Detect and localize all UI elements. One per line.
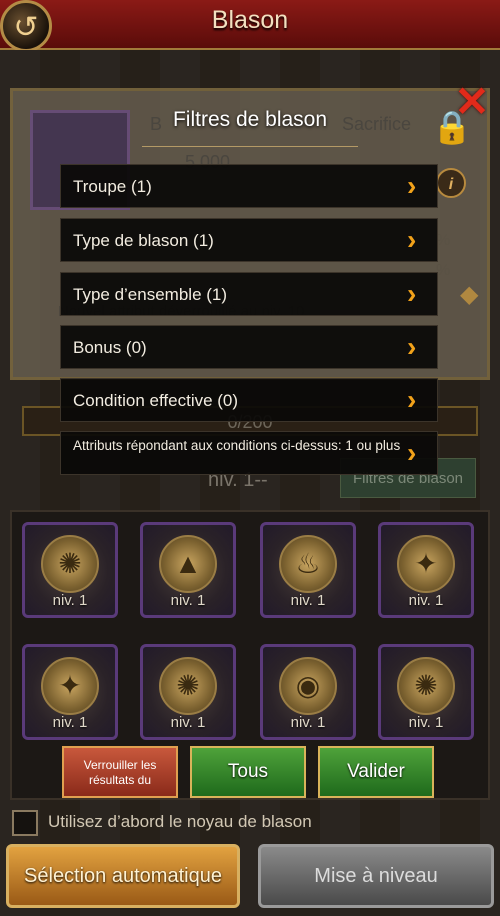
- filter-row-label: Attributs répondant aux conditions ci-de…: [73, 438, 401, 453]
- close-icon[interactable]: ✕: [452, 81, 492, 123]
- core-first-checkbox[interactable]: [12, 810, 38, 836]
- title-divider: [142, 146, 358, 147]
- chevron-right-icon: ›: [407, 278, 417, 309]
- filter-row-bonus[interactable]: Bonus (0) ›: [60, 325, 438, 369]
- chevron-right-icon: ›: [407, 331, 417, 362]
- percent-label: %: [436, 262, 451, 279]
- upgrade-button[interactable]: Mise à niveau: [258, 844, 494, 908]
- crest-level: niv. 1: [170, 592, 206, 609]
- crest-level: niv. 1: [290, 714, 326, 731]
- crest-level: niv. 1: [52, 714, 88, 731]
- swirl-emblem-icon: ✺: [397, 657, 455, 715]
- chevron-right-icon: ›: [407, 224, 417, 255]
- crest-item[interactable]: ✦ niv. 1: [22, 644, 118, 740]
- all-button[interactable]: Tous: [190, 746, 306, 798]
- crest-item[interactable]: ✺ niv. 1: [140, 644, 236, 740]
- crest-level: niv. 1: [290, 592, 326, 609]
- mountain-emblem-icon: ▲: [159, 535, 217, 593]
- chevron-right-icon: ›: [407, 437, 417, 468]
- compass-emblem-icon: ✦: [397, 535, 455, 593]
- lock-results-button[interactable]: Verrouiller les résultats du: [62, 746, 178, 798]
- swirl-emblem-icon: ✺: [41, 535, 99, 593]
- flame-emblem-icon: ♨: [279, 535, 337, 593]
- percent-label: %: [436, 232, 451, 249]
- filter-row-condition[interactable]: Condition effective (0) ›: [60, 378, 438, 422]
- crest-level: niv. 1: [170, 714, 206, 731]
- compass-emblem-icon: ✦: [41, 657, 99, 715]
- filter-row-crest-type[interactable]: Type de blason (1) ›: [60, 218, 438, 262]
- crest-level: niv. 1: [408, 592, 444, 609]
- filter-modal-title: Filtres de blason: [172, 108, 328, 131]
- crest-item[interactable]: ◉ niv. 1: [260, 644, 356, 740]
- filter-row-label: Type d’ensemble (1): [73, 285, 228, 304]
- diamond-arrow-icon[interactable]: ◆: [460, 280, 478, 309]
- core-first-label: Utilisez d’abord le noyau de blason: [48, 812, 312, 831]
- back-button[interactable]: ↺: [0, 0, 52, 52]
- crest-level: niv. 1: [408, 714, 444, 731]
- filter-row-label: Type de blason (1): [73, 231, 214, 250]
- page-title: Blason: [211, 6, 289, 34]
- back-arrow-icon: ↺: [13, 11, 39, 44]
- crest-item[interactable]: ✺ niv. 1: [22, 522, 118, 618]
- crest-item[interactable]: ✦ niv. 1: [378, 522, 474, 618]
- crest-item[interactable]: ▲ niv. 1: [140, 522, 236, 618]
- filter-row-attributes[interactable]: Attributs répondant aux conditions ci-de…: [60, 431, 438, 475]
- crest-item[interactable]: ♨ niv. 1: [260, 522, 356, 618]
- filter-row-troupe[interactable]: Troupe (1) ›: [60, 164, 438, 208]
- validate-button[interactable]: Valider: [318, 746, 434, 798]
- crest-level: niv. 1: [52, 592, 88, 609]
- filter-row-label: Condition effective (0): [73, 391, 239, 410]
- chevron-right-icon: ›: [407, 384, 417, 415]
- chevron-right-icon: ›: [407, 170, 417, 201]
- filter-row-label: Troupe (1): [73, 177, 152, 196]
- crest-item[interactable]: ✺ niv. 1: [378, 644, 474, 740]
- info-icon[interactable]: i: [436, 168, 466, 198]
- filter-row-label: Bonus (0): [73, 338, 147, 357]
- eye-emblem-icon: ◉: [279, 657, 337, 715]
- auto-select-button[interactable]: Sélection automatique: [6, 844, 240, 908]
- filter-row-set-type[interactable]: Type d’ensemble (1) ›: [60, 272, 438, 316]
- swirl-emblem-icon: ✺: [159, 657, 217, 715]
